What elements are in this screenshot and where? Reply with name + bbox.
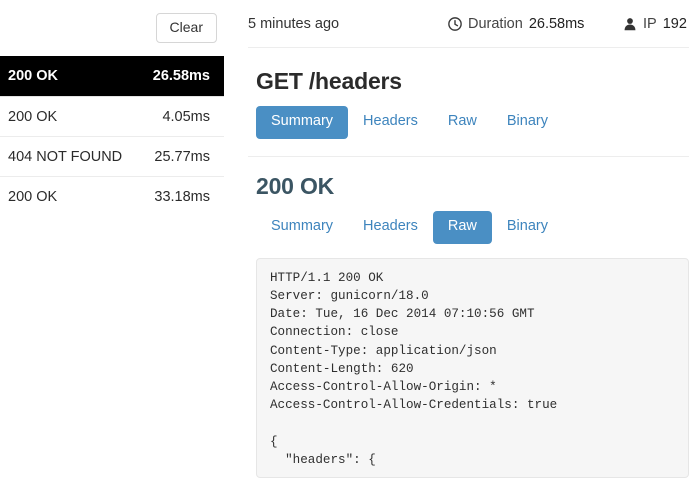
sidebar-toolbar: Clear bbox=[0, 0, 224, 56]
tab-request-headers[interactable]: Headers bbox=[348, 106, 433, 139]
meta-duration: Duration 26.58ms bbox=[448, 16, 584, 32]
duration-value: 26.58ms bbox=[528, 15, 585, 32]
tab-request-summary[interactable]: Summary bbox=[256, 106, 349, 139]
request-list-item[interactable]: 200 OK 33.18ms bbox=[0, 176, 224, 216]
request-title: GET /headers bbox=[256, 68, 402, 94]
ip-label: IP bbox=[643, 15, 657, 32]
request-status-label: 200 OK bbox=[8, 68, 58, 84]
request-tabs: Summary Headers Raw Binary bbox=[256, 106, 689, 139]
clear-button[interactable]: Clear bbox=[155, 12, 217, 44]
response-raw-container[interactable]: HTTP/1.1 200 OK Server: gunicorn/18.0 Da… bbox=[256, 257, 689, 478]
request-status-label: 404 NOT FOUND bbox=[8, 148, 123, 165]
request-inspector-app: Clear 200 OK 26.58ms 200 OK 4.05ms 404 N… bbox=[0, 0, 689, 501]
meta-ip: IP 192 bbox=[623, 16, 687, 32]
request-list-item[interactable]: 200 OK 26.58ms bbox=[0, 56, 224, 96]
clock-icon bbox=[448, 16, 462, 31]
tab-response-summary[interactable]: Summary bbox=[256, 211, 348, 244]
tab-response-headers[interactable]: Headers bbox=[348, 211, 433, 244]
request-list-item[interactable]: 404 NOT FOUND 25.77ms bbox=[0, 136, 224, 176]
tab-request-raw[interactable]: Raw bbox=[433, 106, 492, 139]
response-title: 200 OK bbox=[256, 172, 335, 199]
ip-value: 192 bbox=[662, 15, 687, 32]
request-list: 200 OK 26.58ms 200 OK 4.05ms 404 NOT FOU… bbox=[0, 56, 224, 216]
response-section: 200 OK Summary Headers Raw Binary HTTP/1… bbox=[248, 157, 689, 478]
request-list-item[interactable]: 200 OK 4.05ms bbox=[0, 96, 224, 136]
request-duration-label: 4.05ms bbox=[162, 108, 210, 125]
request-duration-label: 26.58ms bbox=[152, 68, 210, 84]
duration-label: Duration bbox=[468, 15, 523, 32]
response-raw-body: HTTP/1.1 200 OK Server: gunicorn/18.0 Da… bbox=[270, 270, 558, 467]
request-detail-panel: 5 minutes ago Duration 26.58ms IP 192 GE… bbox=[248, 0, 689, 501]
request-duration-label: 25.77ms bbox=[154, 148, 210, 165]
request-status-label: 200 OK bbox=[8, 108, 58, 125]
tab-response-raw[interactable]: Raw bbox=[432, 210, 492, 244]
tab-request-binary[interactable]: Binary bbox=[492, 106, 563, 139]
person-icon bbox=[623, 17, 637, 31]
request-meta-bar: 5 minutes ago Duration 26.58ms IP 192 bbox=[248, 0, 689, 48]
request-status-label: 200 OK bbox=[8, 188, 58, 205]
meta-time-ago: 5 minutes ago bbox=[248, 16, 339, 32]
request-list-sidebar: Clear 200 OK 26.58ms 200 OK 4.05ms 404 N… bbox=[0, 0, 224, 501]
time-ago-label: 5 minutes ago bbox=[248, 15, 340, 32]
request-section: GET /headers Summary Headers Raw Binary bbox=[248, 48, 689, 139]
request-duration-label: 33.18ms bbox=[154, 188, 210, 205]
tab-response-binary[interactable]: Binary bbox=[492, 211, 563, 244]
response-tabs: Summary Headers Raw Binary bbox=[256, 210, 689, 244]
